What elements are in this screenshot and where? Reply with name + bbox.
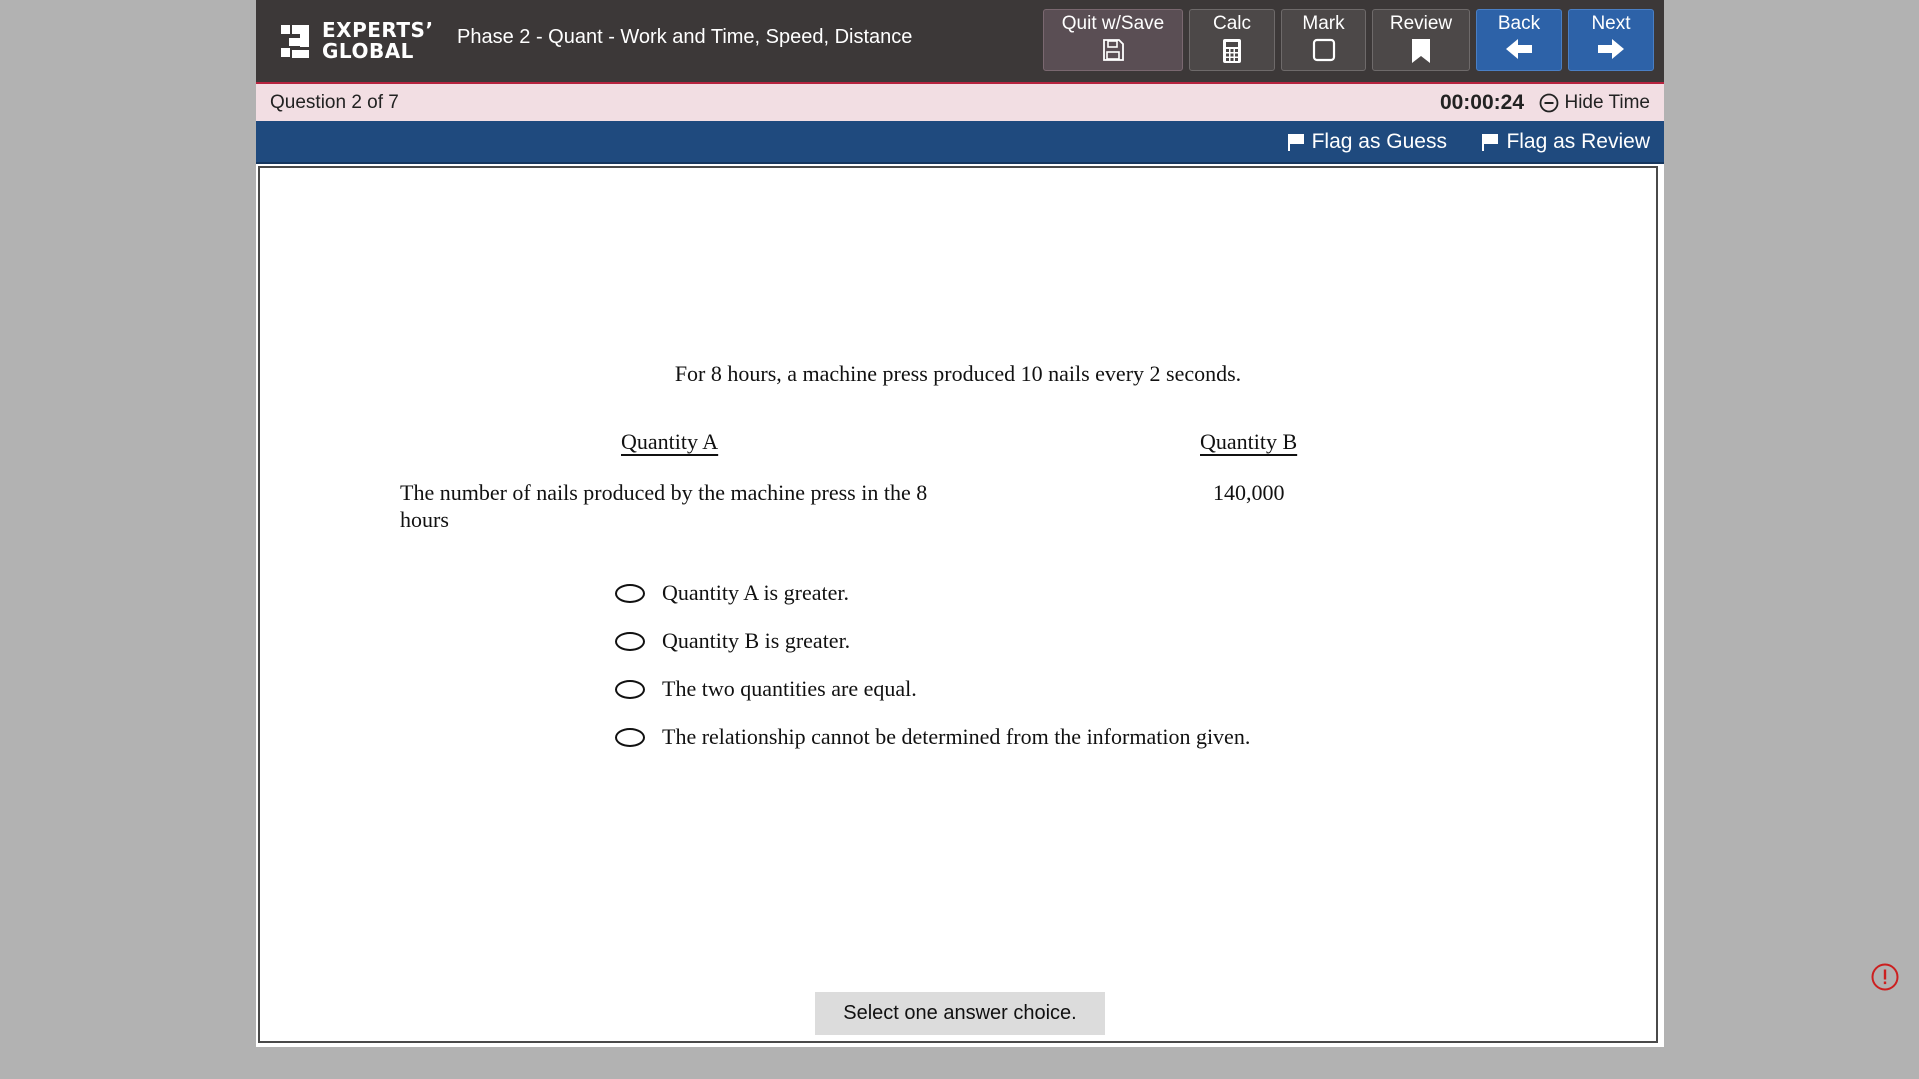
radio-button[interactable] [615, 679, 645, 699]
quantity-b-text: 140,000 [1213, 480, 1285, 505]
flag-icon [1482, 134, 1499, 151]
logo-text: EXPERTS’ GLOBAL [322, 20, 434, 62]
calculator-icon [1223, 39, 1241, 63]
quantity-a-text: The number of nails produced by the mach… [400, 480, 928, 532]
mark-button[interactable]: Mark [1281, 9, 1366, 71]
review-label: Review [1389, 13, 1453, 34]
quit-save-label: Quit w/Save [1061, 13, 1165, 34]
logo-line-2: GLOBAL [322, 39, 414, 63]
answer-choice-label: The two quantities are equal. [662, 676, 917, 701]
radio-button[interactable] [615, 631, 645, 651]
question-counter: Question 2 of 7 [270, 92, 399, 113]
hide-time-label: Hide Time [1564, 92, 1650, 113]
minus-circle-icon [1540, 93, 1559, 113]
arrow-left-icon [1506, 39, 1532, 59]
quantity-b-heading: Quantity B [1200, 429, 1298, 454]
alert-icon[interactable] [1870, 962, 1900, 992]
arrow-right-icon [1598, 39, 1624, 59]
flag-as-guess-button[interactable]: Flag as Guess [1287, 130, 1447, 154]
flag-as-review-label: Flag as Review [1506, 130, 1650, 153]
logo-line-1: EXPERTS’ [322, 18, 434, 42]
answer-choices: Quantity A is greater. Quantity B is gre… [615, 569, 1250, 761]
save-icon [1103, 39, 1124, 61]
bookmark-icon [1412, 39, 1430, 63]
question-status-bar: Question 2 of 7 00:00:24 Hide Time [256, 82, 1664, 121]
quantity-a-heading: Quantity A [621, 429, 719, 454]
hide-time-button[interactable]: Hide Time [1539, 92, 1650, 114]
back-button[interactable]: Back [1476, 9, 1562, 71]
flag-icon [1287, 134, 1304, 151]
calc-label: Calc [1212, 13, 1251, 34]
answer-choice-label: Quantity A is greater. [662, 580, 849, 605]
question-panel: For 8 hours, a machine press produced 10… [258, 166, 1658, 1043]
answer-choice[interactable]: Quantity A is greater. [615, 569, 1250, 617]
mark-label: Mark [1302, 13, 1345, 34]
top-header: EXPERTS’ GLOBAL Phase 2 - Quant - Work a… [256, 0, 1664, 82]
back-label: Back [1497, 13, 1541, 34]
answer-choice-label: The relationship cannot be determined fr… [662, 724, 1251, 749]
next-button[interactable]: Next [1568, 9, 1654, 71]
question-stem: For 8 hours, a machine press produced 10… [674, 361, 1242, 386]
checkbox-icon [1312, 38, 1335, 62]
answer-choice[interactable]: Quantity B is greater. [615, 617, 1250, 665]
answer-choice-label: Quantity B is greater. [662, 628, 851, 653]
toolbar: Quit w/Save Calc Mark Review Back Next [1043, 9, 1654, 71]
test-window: EXPERTS’ GLOBAL Phase 2 - Quant - Work a… [256, 0, 1664, 1047]
section-title: Phase 2 - Quant - Work and Time, Speed, … [457, 26, 913, 48]
instruction-text: Select one answer choice. [815, 992, 1105, 1035]
review-button[interactable]: Review [1372, 9, 1470, 71]
logo-icon [281, 25, 309, 58]
radio-button[interactable] [615, 583, 645, 603]
flag-as-review-button[interactable]: Flag as Review [1481, 130, 1650, 154]
radio-button[interactable] [615, 727, 645, 747]
answer-choice[interactable]: The relationship cannot be determined fr… [615, 713, 1250, 761]
timer: 00:00:24 [1439, 91, 1524, 114]
quit-save-button[interactable]: Quit w/Save [1043, 9, 1183, 71]
next-label: Next [1591, 13, 1631, 34]
logo: EXPERTS’ GLOBAL [278, 18, 434, 64]
answer-choice[interactable]: The two quantities are equal. [615, 665, 1250, 713]
calculator-button[interactable]: Calc [1189, 9, 1275, 71]
flag-bar: Flag as Guess Flag as Review [256, 121, 1664, 164]
flag-as-guess-label: Flag as Guess [1311, 130, 1447, 153]
